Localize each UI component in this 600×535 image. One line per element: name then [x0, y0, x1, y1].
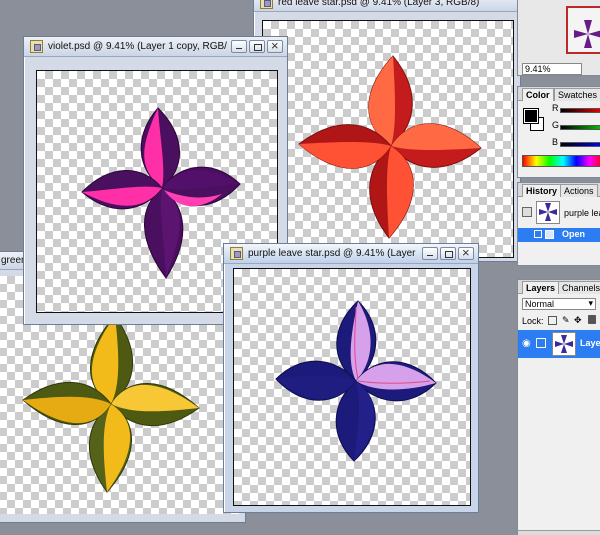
layer-name: Layer [580, 338, 600, 348]
tab-layers[interactable]: Layers [522, 281, 560, 294]
snapshot-label: purple leave [564, 208, 600, 218]
red-channel-slider[interactable] [560, 108, 600, 113]
violet-window-controls [231, 38, 283, 53]
color-panel-tabs: Color Swatches [518, 87, 600, 101]
red-document-canvas[interactable] [262, 20, 514, 258]
purple-window-controls [422, 245, 474, 260]
purple-leave-star-window[interactable]: purple leave star.psd @ 9.41% (Layer 1 c… [223, 243, 479, 513]
psd-file-icon [30, 40, 43, 53]
lock-move-icon[interactable]: ✥ [574, 315, 582, 326]
violet-window-title: violet.psd @ 9.41% (Layer 1 copy, RGB/8) [48, 41, 227, 52]
maximize-button[interactable] [249, 40, 265, 53]
tab-channels[interactable]: Channels [558, 281, 600, 294]
green-channel-slider[interactable] [560, 125, 600, 130]
layers-panel: Layers Channels Normal ▾ Lock: ✎ ✥ ◉ Lay… [517, 279, 600, 535]
close-button[interactable] [267, 38, 283, 53]
green-leaf-star [22, 315, 200, 493]
snapshot-thumbnail [536, 201, 560, 224]
blue-channel-label: B [552, 137, 559, 147]
green-channel-label: G [552, 120, 560, 130]
layer-row[interactable]: ◉ Layer [518, 330, 600, 358]
history-panel: History Actions purple leave Open [517, 182, 600, 266]
maximize-button[interactable] [440, 247, 456, 260]
lock-paint-icon[interactable]: ✎ [562, 315, 570, 326]
close-button[interactable] [458, 245, 474, 260]
history-brush-marker-icon [534, 230, 542, 238]
layer-leaf-thumbnail [555, 335, 573, 353]
purple-window-titlebar[interactable]: purple leave star.psd @ 9.41% (Layer 1 c… [224, 244, 478, 264]
purple-leaf-star [275, 300, 437, 462]
zoom-field[interactable]: 9.41% [522, 63, 582, 75]
purple-window-title: purple leave star.psd @ 9.41% (Layer 1 c… [248, 248, 418, 259]
lock-transparency-icon[interactable] [548, 316, 557, 325]
purple-leaf-star-artwork [275, 300, 437, 462]
chevron-down-icon: ▾ [588, 298, 593, 308]
history-panel-tabs: History Actions [518, 183, 600, 197]
history-state-label: Open [562, 229, 586, 239]
lock-all-icon[interactable] [588, 315, 596, 324]
color-panel: Color Swatches R G B [517, 86, 600, 178]
tab-history[interactable]: History [522, 184, 562, 197]
red-window-titlebar[interactable]: red leave star.psd @ 9.41% (Layer 3, RGB… [254, 0, 520, 12]
violet-window-titlebar[interactable]: violet.psd @ 9.41% (Layer 1 copy, RGB/8) [24, 37, 287, 57]
layers-panel-tabs: Layers Channels [518, 280, 600, 294]
layers-bottom-toolbar [518, 530, 600, 535]
tab-color[interactable]: Color [522, 88, 554, 101]
color-spectrum-bar[interactable] [522, 155, 600, 167]
red-window-title: red leave star.psd @ 9.41% (Layer 3, RGB… [278, 0, 480, 8]
red-leaf-star [298, 55, 482, 239]
psd-file-icon [230, 247, 243, 260]
navigator-thumbnail[interactable] [566, 6, 600, 54]
snapshot-leaf-thumbnail [539, 203, 557, 221]
brush-icon [522, 207, 532, 217]
red-leaf-star-artwork [298, 55, 482, 239]
red-leave-star-window[interactable]: red leave star.psd @ 9.41% (Layer 3, RGB… [253, 0, 521, 262]
red-channel-label: R [552, 103, 559, 113]
layer-thumbnail [552, 332, 576, 356]
zoom-level: 9.41% [525, 64, 551, 74]
minimize-button[interactable] [231, 40, 247, 53]
navigator-leaf-thumbnail [574, 20, 600, 48]
foreground-color-swatch[interactable] [523, 108, 539, 124]
lock-label: Lock: [522, 316, 544, 326]
psd-file-icon [260, 0, 273, 9]
tab-actions[interactable]: Actions [560, 184, 598, 197]
blue-channel-slider[interactable] [560, 142, 600, 147]
blend-mode-select[interactable]: Normal ▾ [522, 298, 596, 310]
purple-document-canvas[interactable] [233, 268, 471, 506]
violet-leaf-star [81, 107, 241, 279]
eye-icon[interactable]: ◉ [522, 338, 531, 349]
blend-mode-value: Normal [525, 299, 555, 309]
history-state-open[interactable]: Open [518, 228, 600, 242]
navigator-panel: 9.41% [517, 0, 600, 76]
history-snapshot-row[interactable]: purple leave [518, 200, 600, 226]
minimize-button[interactable] [422, 247, 438, 260]
tab-swatches[interactable]: Swatches [554, 88, 600, 101]
document-open-icon [545, 230, 554, 239]
layer-brush-icon [536, 338, 546, 348]
